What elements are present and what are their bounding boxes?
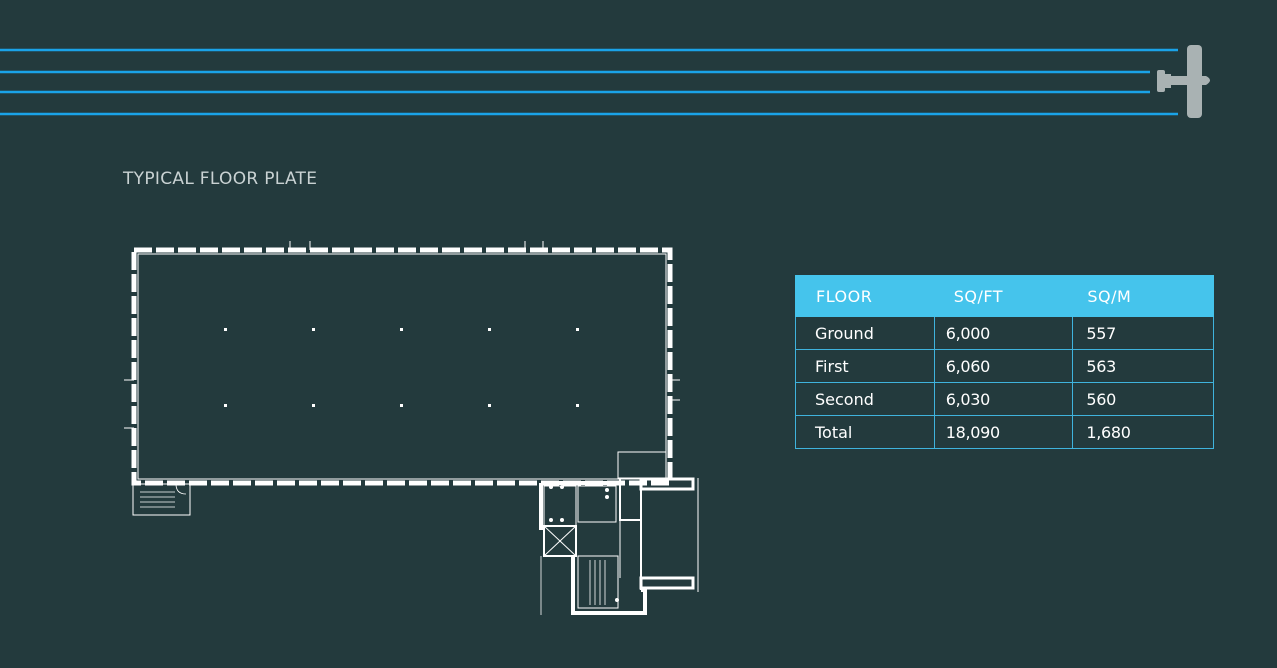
cell-floor: First bbox=[795, 349, 935, 383]
cell-sqm: 557 bbox=[1072, 316, 1214, 350]
cell-sqm: 560 bbox=[1072, 382, 1214, 416]
window-marks bbox=[124, 241, 680, 429]
cell-floor: Second bbox=[795, 382, 935, 416]
table-row: Total 18,090 1,680 bbox=[795, 415, 1214, 449]
airplane-icon bbox=[1157, 45, 1210, 118]
flight-lines bbox=[0, 48, 1178, 116]
stair-left bbox=[132, 483, 191, 516]
building-core bbox=[539, 451, 699, 615]
cell-floor: Ground bbox=[795, 316, 935, 350]
header-sqft: SQ/FT bbox=[933, 275, 1074, 317]
floor-plan-drawing bbox=[124, 241, 699, 615]
area-schedule-table: FLOOR SQ/FT SQ/M Ground 6,000 557 First … bbox=[795, 275, 1214, 449]
cell-sqft: 6,030 bbox=[933, 382, 1074, 416]
table-row: Ground 6,000 557 bbox=[795, 316, 1214, 350]
cell-sqft: 6,060 bbox=[933, 349, 1074, 383]
section-title: TYPICAL FLOOR PLATE bbox=[123, 169, 318, 189]
table-header-row: FLOOR SQ/FT SQ/M bbox=[795, 275, 1214, 317]
header-floor: FLOOR bbox=[795, 275, 935, 317]
main-hall bbox=[131, 247, 673, 486]
cell-sqm: 563 bbox=[1072, 349, 1214, 383]
cell-sqft: 6,000 bbox=[933, 316, 1074, 350]
table-row: First 6,060 563 bbox=[795, 349, 1214, 383]
header-sqm: SQ/M bbox=[1072, 275, 1214, 317]
structural-columns bbox=[224, 328, 579, 407]
cell-floor: Total bbox=[795, 415, 935, 449]
toilet-fixtures bbox=[549, 485, 619, 602]
cell-sqft: 18,090 bbox=[933, 415, 1074, 449]
table-row: Second 6,030 560 bbox=[795, 382, 1214, 416]
cell-sqm: 1,680 bbox=[1072, 415, 1214, 449]
flight-path-banner bbox=[0, 45, 1210, 118]
